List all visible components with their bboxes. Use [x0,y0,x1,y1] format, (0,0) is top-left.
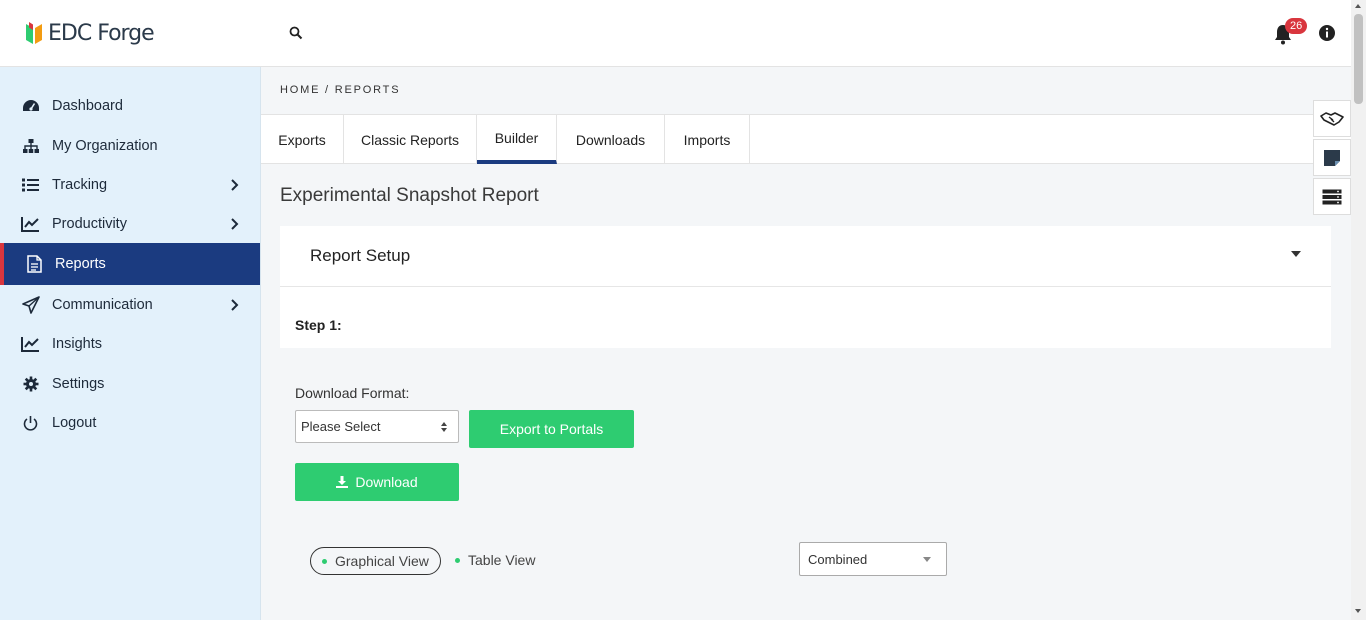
scroll-down-arrow[interactable] [1355,609,1361,613]
graphical-view-label: Graphical View [335,553,429,569]
caret-down-icon [923,557,931,562]
sidebar-item-communication[interactable]: Communication [0,285,260,325]
server-icon [1322,189,1342,204]
sidebar-item-label: Tracking [52,177,108,193]
page-title: Experimental Snapshot Report [280,185,539,206]
tab-classic-reports[interactable]: Classic Reports [344,115,477,164]
handshake-icon [1320,111,1344,126]
gear-icon [21,375,40,394]
logo-text: EDC Forge [48,20,155,46]
document-icon [25,255,44,274]
breadcrumb: HOME / REPORTS [280,84,401,96]
line-chart-icon [21,215,40,234]
logo-mark-icon [26,22,42,44]
download-format-label: Download Format: [295,385,410,401]
info-icon[interactable] [1318,24,1336,42]
sidebar-item-tracking[interactable]: Tracking [0,165,260,205]
download-format-select[interactable]: Please Select [295,410,459,443]
sort-arrows-icon [441,422,447,432]
power-icon [21,414,40,433]
sidebar-item-label: Logout [52,415,97,431]
step-panel: Step 1: [280,287,1331,348]
server-button[interactable] [1313,178,1351,215]
status-dot [322,558,327,564]
tab-bar: Exports Classic Reports Builder Download… [261,114,1351,164]
sidebar-item-dashboard[interactable]: Dashboard [0,86,260,126]
download-icon [336,476,349,488]
export-button-label: Export to Portals [499,421,604,437]
tab-label: Exports [278,131,326,148]
dashboard-gauge-icon [21,97,40,116]
sidebar-item-productivity[interactable]: Productivity [0,204,260,244]
top-header: EDC Forge 26 [0,0,1351,67]
tab-label: Classic Reports [360,131,460,148]
sidebar-item-label: Settings [52,376,105,392]
report-setup-header[interactable]: Report Setup [280,226,1331,287]
line-chart-icon [21,335,40,354]
sidebar-item-label: Productivity [52,216,127,232]
scroll-thumb[interactable] [1354,14,1363,104]
caret-down-icon[interactable] [1291,251,1301,257]
download-button-label: Download [355,474,418,490]
sidebar-item-settings[interactable]: Settings [0,364,260,404]
sidebar-item-label: Reports [55,256,106,272]
graphical-view-toggle[interactable]: Graphical View [310,547,441,575]
report-setup-title: Report Setup [310,246,411,265]
sidebar: Dashboard My Organization Tracking Produ… [0,67,261,620]
sidebar-item-label: Communication [52,297,153,313]
sticky-note-button[interactable] [1313,139,1351,176]
chevron-right-icon [231,218,239,230]
table-view-label: Table View [468,552,536,568]
export-to-portals-button[interactable]: Export to Portals [469,410,634,448]
notification-badge: 26 [1285,18,1308,34]
scroll-up-arrow[interactable] [1355,4,1361,8]
sticky-note-icon [1324,149,1340,166]
sidebar-item-label: Insights [52,336,102,352]
table-view-toggle[interactable]: Table View [455,552,535,568]
tab-downloads[interactable]: Downloads [557,115,665,164]
step-label: Step 1: [295,317,342,333]
tab-imports[interactable]: Imports [665,115,750,164]
status-dot [455,557,460,563]
sidebar-item-logout[interactable]: Logout [0,403,260,443]
sidebar-item-reports[interactable]: Reports [0,243,260,285]
org-chart-icon [21,137,40,156]
chevron-right-icon [231,179,239,191]
tab-builder[interactable]: Builder [477,115,557,164]
handshake-button[interactable] [1313,100,1351,137]
sidebar-item-label: My Organization [52,138,158,154]
search-icon[interactable] [289,26,303,40]
tab-exports[interactable]: Exports [261,115,344,164]
sidebar-item-label: Dashboard [52,98,123,114]
app-logo[interactable]: EDC Forge [24,20,155,46]
tab-label: Downloads [575,131,646,148]
paper-plane-icon [21,296,40,315]
page-scrollbar[interactable] [1351,0,1366,620]
sidebar-item-insights[interactable]: Insights [0,324,260,364]
list-icon [21,176,40,195]
download-button[interactable]: Download [295,463,459,501]
tab-label: Builder [494,129,539,146]
sidebar-item-my-organization[interactable]: My Organization [0,126,260,166]
chevron-right-icon [231,299,239,311]
tab-label: Imports [683,131,731,148]
view-mode-value: Combined [808,552,868,567]
download-format-value: Please Select [301,419,381,434]
view-mode-select[interactable]: Combined [799,542,947,576]
